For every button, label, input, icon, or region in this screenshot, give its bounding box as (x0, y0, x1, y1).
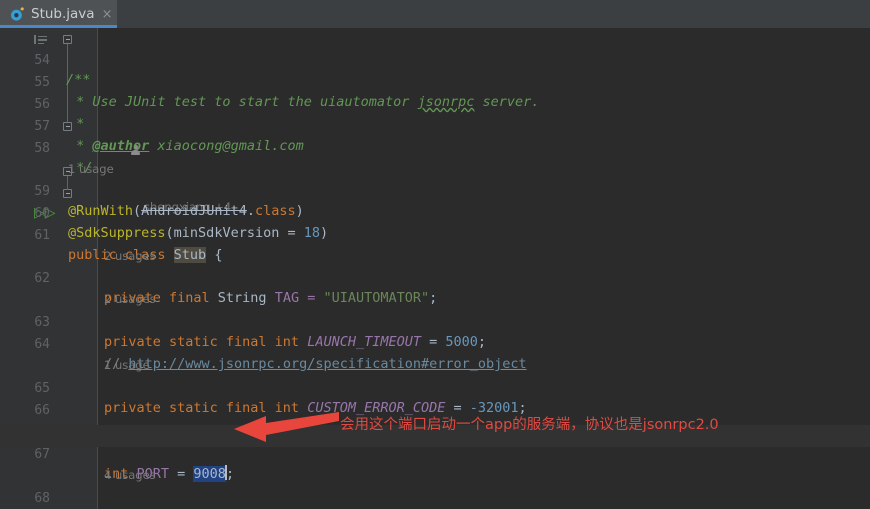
java-class-icon (10, 6, 25, 22)
code-editor[interactable]: ▷▷ 54 /** 55 * Use JUnit test to start t… (0, 28, 870, 509)
code-line[interactable]: 61 public class Stub { (0, 206, 870, 263)
code-vision-hint[interactable]: 2 usages (0, 271, 870, 306)
code-vision-hint[interactable]: 4 usages (0, 447, 870, 482)
code-line[interactable]: 63 private static final int LAUNCH_TIMEO… (0, 293, 870, 350)
code-line[interactable]: 59 @RunWith(AndroidJUnit4.class) (0, 162, 870, 219)
code-line[interactable]: 58 */ (0, 119, 870, 176)
author-person-icon (131, 145, 140, 155)
code-line[interactable]: 68 AutomatorHttpServer server = new Auto… (0, 469, 870, 506)
editor-tab-bar: Stub.java × (0, 0, 870, 28)
code-line[interactable]: 57 * @author xiaocong@gmail.com (0, 97, 870, 154)
code-line[interactable]: 64 // http://www.jsonrpc.org/specificati… (0, 315, 870, 372)
code-vision-hint[interactable]: 1 usage shengxiang +4 (0, 141, 870, 214)
code-line[interactable]: 62 private final String TAG = "UIAUTOMAT… (0, 249, 870, 306)
editor-tab-label: Stub.java (31, 6, 95, 22)
code-vision-hint[interactable]: 2 usages (0, 228, 870, 263)
code-line[interactable]: 56 * (0, 75, 870, 132)
code-line[interactable]: 65 private static final int CUSTOM_ERROR… (0, 359, 870, 416)
close-icon[interactable]: × (102, 8, 113, 21)
ide-window: Stub.java × ▷▷ 54 /** 55 * Use JUnit tes… (0, 0, 870, 509)
code-line[interactable]: 66 (0, 381, 870, 418)
editor-tab-stub-java[interactable]: Stub.java × (0, 0, 117, 28)
left-arrow-annotation (232, 409, 340, 447)
code-line[interactable]: 69 (0, 491, 870, 509)
code-line[interactable]: 55 * Use JUnit test to start the uiautom… (0, 53, 870, 110)
code-vision-hint[interactable]: 1 usage (0, 337, 870, 372)
code-line[interactable]: 54 /** (0, 31, 870, 88)
code-line[interactable]: 60 @SdkSuppress(minSdkVersion = 18) (0, 184, 870, 241)
annotation-note-text: 会用这个端口启动一个app的服务端，协议也是jsonrpc2.0 (340, 417, 719, 433)
